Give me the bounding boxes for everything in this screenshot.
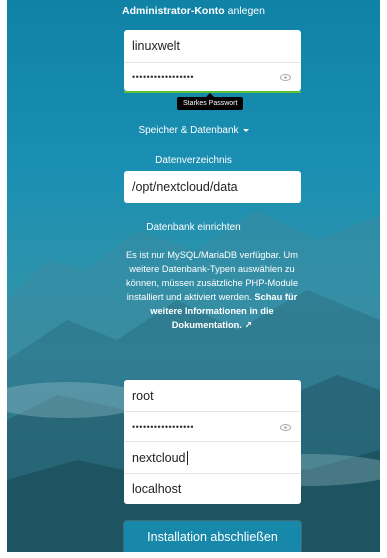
storage-toggle-label: Speicher & Datenbank: [138, 125, 239, 136]
datadir-label: Datenverzeichnis: [155, 155, 232, 166]
password-strength-tooltip: Starkes Passwort: [177, 93, 244, 110]
db-password-mask: •••••••••••••••••: [132, 421, 195, 432]
db-password-field[interactable]: •••••••••••••••••: [124, 411, 301, 441]
datadir-value: /opt/nextcloud/data: [132, 180, 238, 194]
admin-account-heading: Administrator-Konto anlegen: [122, 5, 265, 17]
admin-password-field[interactable]: •••••••••••••••••: [124, 62, 301, 91]
admin-password-mask: •••••••••••••••••: [132, 72, 195, 82]
storage-database-toggle[interactable]: Speicher & Datenbank: [7, 125, 380, 136]
text-cursor: [186, 450, 188, 465]
db-host-field[interactable]: localhost: [124, 473, 301, 504]
admin-username-field[interactable]: linuxwelt: [124, 30, 301, 62]
finish-installation-button[interactable]: Installation abschließen: [124, 521, 301, 552]
database-info-text: Es ist nur MySQL/MariaDB verfügbar. Um w…: [117, 248, 307, 332]
datadir-input[interactable]: /opt/nextcloud/data: [124, 171, 301, 203]
db-user-value: root: [132, 388, 154, 403]
setup-background: Administrator-Konto anlegen linuxwelt ••…: [7, 0, 380, 552]
db-user-field[interactable]: root: [124, 380, 301, 411]
show-password-eye-icon[interactable]: [280, 70, 291, 84]
database-setup-heading: Datenbank einrichten: [146, 222, 241, 233]
db-name-field[interactable]: nextcloud: [124, 441, 301, 473]
db-host-value: localhost: [132, 482, 182, 496]
chevron-down-icon: [242, 128, 249, 132]
show-db-password-eye-icon[interactable]: [280, 420, 291, 434]
admin-username-value: linuxwelt: [132, 39, 180, 53]
db-name-value: nextcloud: [132, 450, 186, 465]
